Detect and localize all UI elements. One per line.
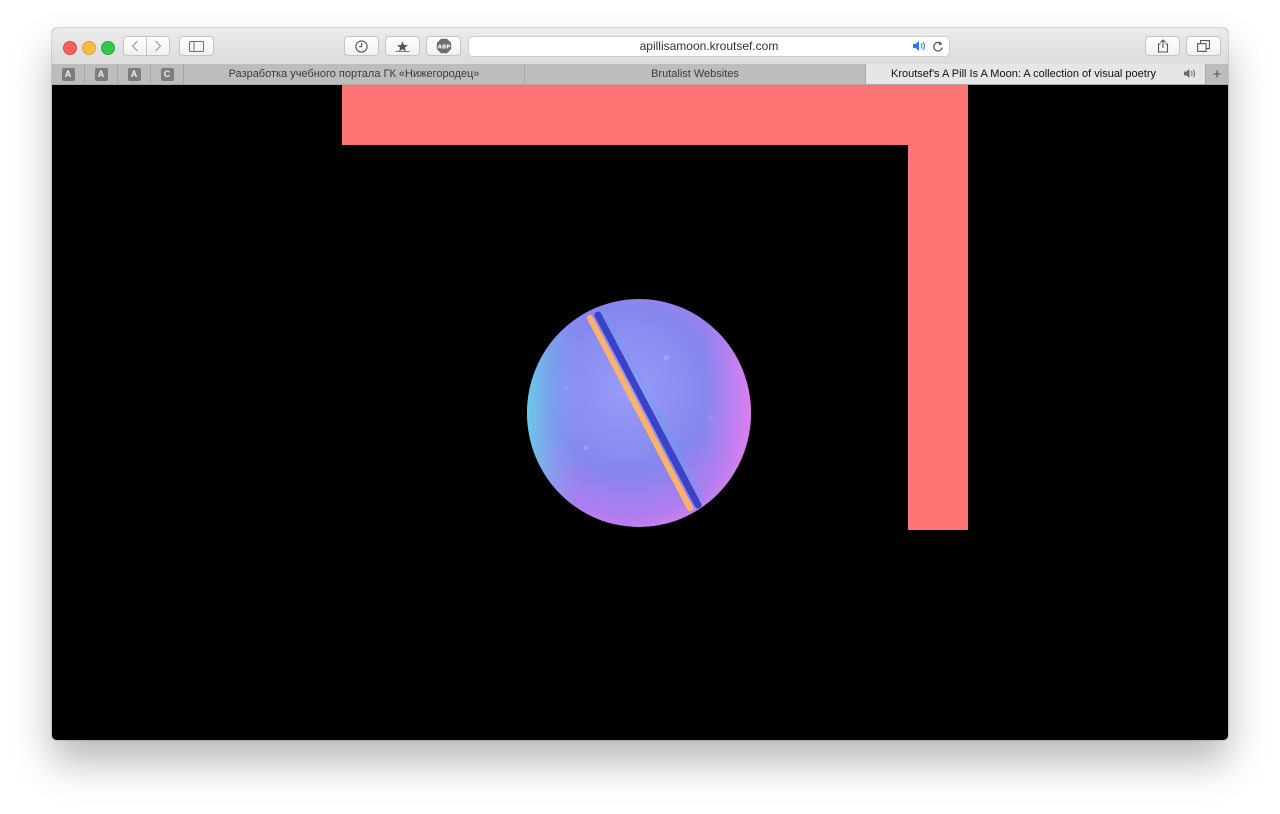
page-viewport [52, 85, 1228, 740]
pinned-tab-icon: C [160, 67, 174, 81]
speaker-icon[interactable] [1183, 68, 1197, 79]
speaker-icon[interactable] [912, 40, 927, 52]
address-bar[interactable]: apillisamoon.kroutsef.com [468, 36, 950, 57]
adblock-button[interactable]: ABP [426, 36, 461, 56]
abp-label: ABP [437, 45, 450, 51]
share-button[interactable] [1145, 36, 1180, 56]
sidebar-button[interactable] [179, 36, 214, 56]
pinned-tab-icon: A [94, 67, 108, 81]
reload-icon[interactable] [932, 40, 944, 53]
history-button[interactable] [344, 36, 379, 56]
pill-texture-dot [663, 355, 669, 361]
back-button[interactable] [123, 36, 147, 56]
share-icon [1157, 39, 1168, 53]
minimize-window-button[interactable] [82, 41, 96, 55]
tab-bar: A A A C Разработка учебного портала ГК «… [52, 64, 1228, 85]
pinned-tab[interactable]: A [118, 64, 151, 84]
tabs-overview-button[interactable] [1186, 36, 1221, 56]
tab-kroutsef-active[interactable]: Kroutsef's A Pill Is A Moon: A collectio… [866, 64, 1206, 84]
chevron-right-icon [155, 40, 162, 52]
bookmarks-button[interactable] [385, 36, 420, 56]
tabs-overview-icon [1197, 40, 1210, 52]
pinned-tab[interactable]: C [151, 64, 184, 84]
pinned-tab[interactable]: A [52, 64, 85, 84]
sidebar-icon [189, 40, 204, 52]
tab-title: Brutalist Websites [651, 68, 739, 80]
chevron-left-icon [131, 40, 138, 52]
tab-title: Kroutsef's A Pill Is A Moon: A collectio… [890, 68, 1157, 80]
pill-texture-dot [708, 415, 714, 421]
tab-brutalist-websites[interactable]: Brutalist Websites [525, 64, 866, 84]
star-icon [395, 41, 410, 52]
pill-texture-dot [564, 386, 568, 390]
pinned-tab[interactable]: A [85, 64, 118, 84]
zoom-window-button[interactable] [101, 41, 115, 55]
pill-image[interactable] [526, 298, 752, 528]
forward-button[interactable] [146, 36, 170, 56]
tab-title: Разработка учебного портала ГК «Нижегоро… [228, 68, 480, 80]
abp-icon: ABP [436, 38, 451, 54]
tab-portal[interactable]: Разработка учебного портала ГК «Нижегоро… [184, 64, 525, 84]
pinned-tab-icon: A [61, 67, 75, 81]
close-window-button[interactable] [63, 41, 77, 55]
browser-toolbar: ABP apillisamoon.kroutsef.com [52, 28, 1228, 65]
pill-texture-dot [583, 445, 589, 451]
url-text: apillisamoon.kroutsef.com [639, 39, 779, 53]
new-tab-button[interactable]: + [1206, 64, 1228, 84]
pinned-tab-icon: A [127, 67, 141, 81]
browser-window: ABP apillisamoon.kroutsef.com A A A C Ра… [52, 28, 1228, 740]
coral-bar-side [908, 85, 968, 530]
coral-bar-top [342, 85, 968, 145]
clock-icon [355, 39, 368, 53]
